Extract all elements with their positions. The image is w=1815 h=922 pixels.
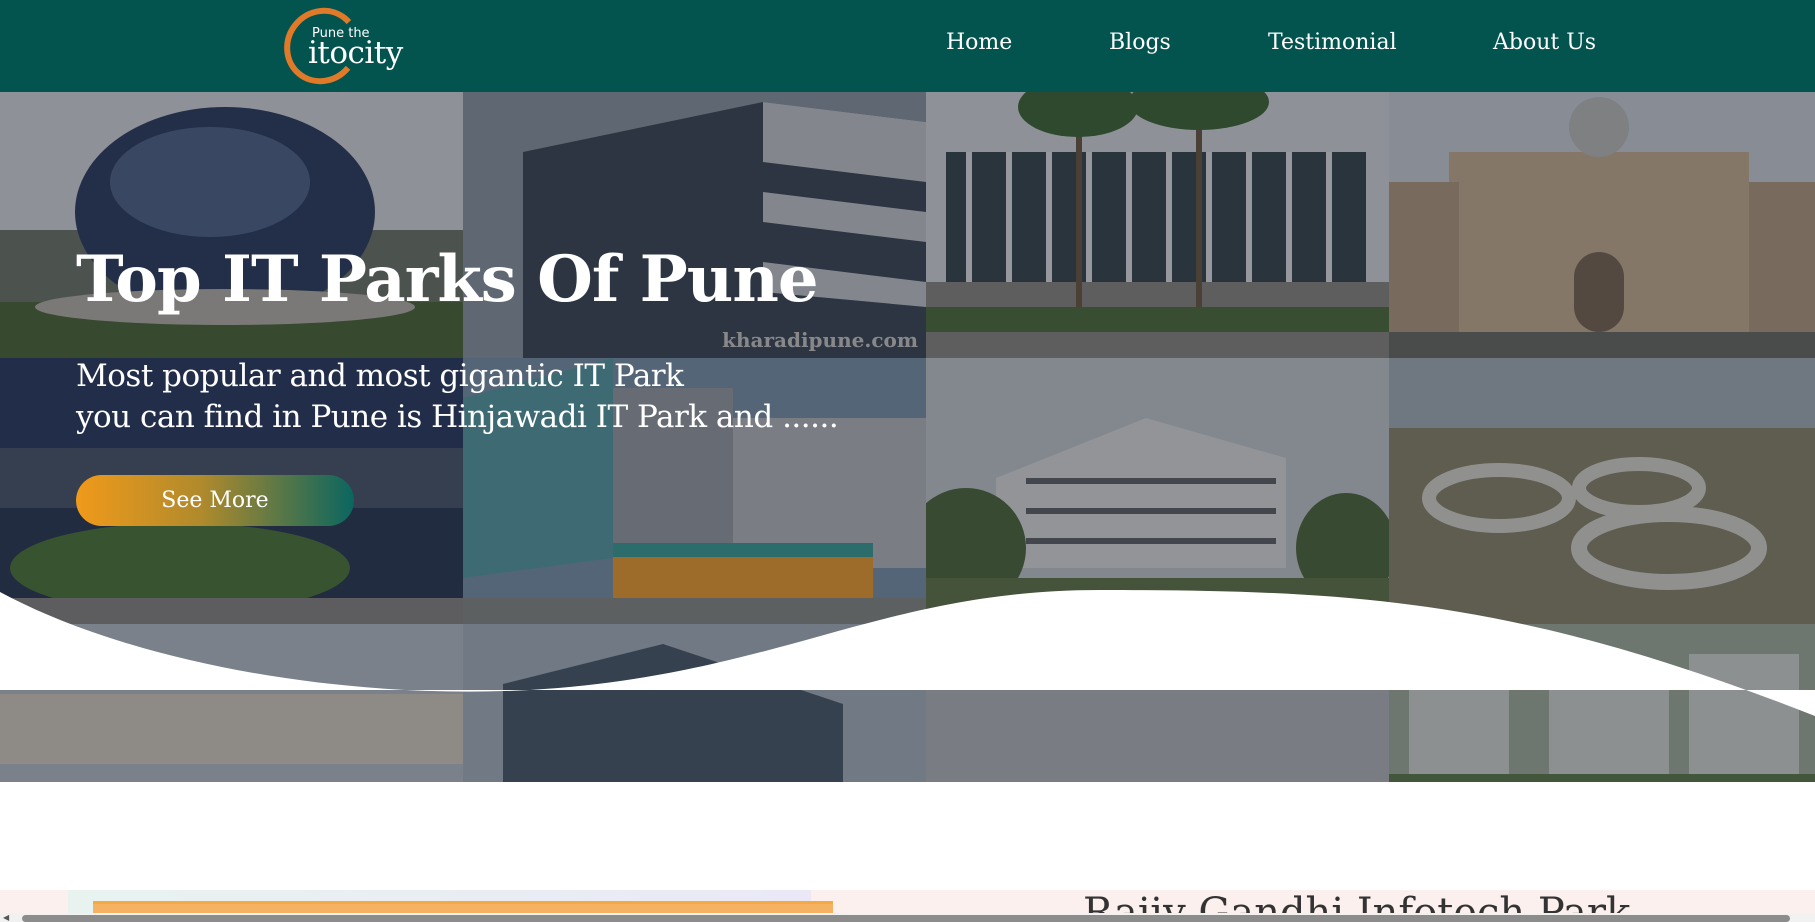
- logo-name: itocity: [308, 35, 403, 71]
- scroll-left-arrow-icon[interactable]: ◀: [3, 913, 13, 922]
- nav-blogs-link[interactable]: Blogs: [1109, 30, 1171, 64]
- hero-description: Most popular and most gigantic IT Park y…: [76, 356, 839, 438]
- logo[interactable]: Pune the itocity: [282, 4, 412, 88]
- nav-home-link[interactable]: Home: [946, 30, 1012, 64]
- nav-testimonial-link[interactable]: Testimonial: [1268, 30, 1397, 64]
- navbar: Pune the itocity Home Blogs Testimonial …: [0, 0, 1815, 92]
- hero-section: kharadipune.com Top IT Parks Of Pune Mos…: [0, 92, 1815, 782]
- hero-description-line-1: Most popular and most gigantic IT Park: [76, 358, 684, 394]
- hero-description-line-2: you can find in Pune is Hinjawadi IT Par…: [76, 399, 839, 435]
- scrollbar-thumb[interactable]: [22, 915, 1790, 922]
- hero-title: Top IT Parks Of Pune: [76, 242, 819, 317]
- nav-about-link[interactable]: About Us: [1493, 30, 1596, 64]
- horizontal-scrollbar[interactable]: ◀: [0, 913, 1815, 922]
- see-more-button[interactable]: See More: [76, 475, 354, 526]
